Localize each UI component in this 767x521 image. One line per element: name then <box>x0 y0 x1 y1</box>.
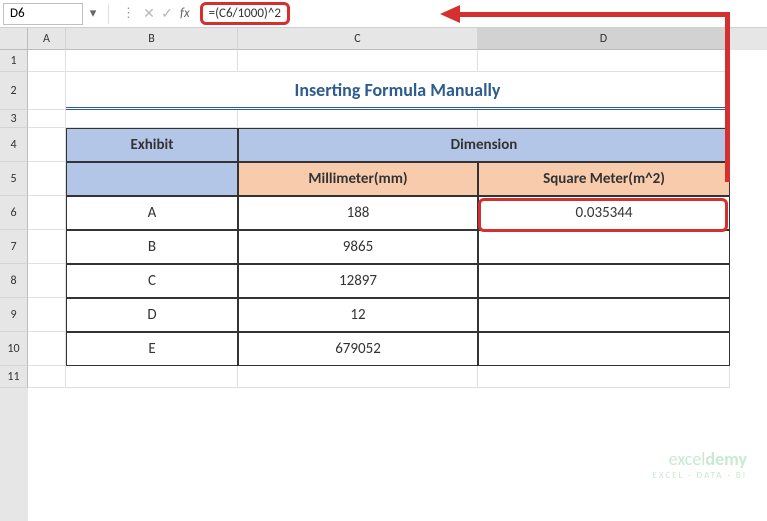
cell-b11[interactable] <box>66 366 238 388</box>
col-header-a[interactable]: A <box>28 28 66 50</box>
row-header-7[interactable]: 7 <box>0 230 28 264</box>
cell-b9[interactable]: D <box>66 298 238 332</box>
cell-c10[interactable]: 679052 <box>238 332 478 366</box>
watermark-tagline: EXCEL · DATA · BI <box>653 470 747 481</box>
confirm-icon[interactable]: ✓ <box>158 5 176 22</box>
title-cell[interactable]: Inserting Formula Manually <box>66 72 730 110</box>
row-header-4[interactable]: 4 <box>0 128 28 162</box>
cell-d1[interactable] <box>478 50 730 72</box>
cell-d11[interactable] <box>478 366 730 388</box>
row-header-3[interactable]: 3 <box>0 110 28 128</box>
row-8: C 12897 <box>28 264 767 298</box>
row-header-5[interactable]: 5 <box>0 162 28 196</box>
cell-b6[interactable]: A <box>66 196 238 230</box>
cell-b7[interactable]: B <box>66 230 238 264</box>
col-header-c[interactable]: C <box>238 28 478 50</box>
cell-a4[interactable] <box>28 128 66 162</box>
name-box[interactable]: D6 <box>3 3 83 25</box>
grid-area: 1 2 3 4 5 6 7 8 9 10 11 A B C D <box>0 28 767 521</box>
header-mm[interactable]: Millimeter(mm) <box>238 162 478 196</box>
cell-b1[interactable] <box>66 50 238 72</box>
row-2: Inserting Formula Manually <box>28 72 767 110</box>
row-3 <box>28 110 767 128</box>
row-headers: 1 2 3 4 5 6 7 8 9 10 11 <box>0 28 28 521</box>
column-headers: A B C D <box>28 28 767 50</box>
fx-icon[interactable]: fx <box>176 6 198 21</box>
cell-a8[interactable] <box>28 264 66 298</box>
cell-c8[interactable]: 12897 <box>238 264 478 298</box>
row-6: A 188 0.035344 <box>28 196 767 230</box>
annotation-arrow-line <box>460 12 730 17</box>
cell-b10[interactable]: E <box>66 332 238 366</box>
row-9: D 12 <box>28 298 767 332</box>
col-header-d[interactable]: D <box>478 28 730 50</box>
header-blank[interactable] <box>66 162 238 196</box>
formula-text: =(C6/1000)^2 <box>200 2 290 25</box>
cell-a1[interactable] <box>28 50 66 72</box>
row-11 <box>28 366 767 388</box>
row-header-2[interactable]: 2 <box>0 72 28 110</box>
watermark-brand: exceldemy <box>653 448 747 470</box>
expand-icon[interactable]: ⋮ <box>117 6 140 21</box>
row-7: B 9865 <box>28 230 767 264</box>
cell-c3[interactable] <box>238 110 478 128</box>
cell-d8[interactable] <box>478 264 730 298</box>
cell-b8[interactable]: C <box>66 264 238 298</box>
row-header-11[interactable]: 11 <box>0 366 28 388</box>
cell-b3[interactable] <box>66 110 238 128</box>
header-exhibit[interactable]: Exhibit <box>66 128 238 162</box>
cell-c9[interactable]: 12 <box>238 298 478 332</box>
cell-d10[interactable] <box>478 332 730 366</box>
cell-a7[interactable] <box>28 230 66 264</box>
cell-a3[interactable] <box>28 110 66 128</box>
cell-a5[interactable] <box>28 162 66 196</box>
separator <box>108 4 109 24</box>
cell-d3[interactable] <box>478 110 730 128</box>
row-header-9[interactable]: 9 <box>0 298 28 332</box>
row-header-6[interactable]: 6 <box>0 196 28 230</box>
cell-d7[interactable] <box>478 230 730 264</box>
cell-a9[interactable] <box>28 298 66 332</box>
cell-a11[interactable] <box>28 366 66 388</box>
annotation-arrow-line-v <box>725 12 730 182</box>
row-5: Millimeter(mm) Square Meter(m^2) <box>28 162 767 196</box>
watermark-brand2: demy <box>705 448 747 470</box>
cell-c1[interactable] <box>238 50 478 72</box>
name-box-value: D6 <box>10 6 25 21</box>
cell-c6[interactable]: 188 <box>238 196 478 230</box>
cancel-icon[interactable]: ✕ <box>140 5 158 22</box>
cell-c11[interactable] <box>238 366 478 388</box>
header-m2[interactable]: Square Meter(m^2) <box>478 162 730 196</box>
select-all-corner[interactable] <box>0 28 28 50</box>
cell-d9[interactable] <box>478 298 730 332</box>
cell-a2[interactable] <box>28 72 66 110</box>
cell-a6[interactable] <box>28 196 66 230</box>
cell-c7[interactable]: 9865 <box>238 230 478 264</box>
row-header-10[interactable]: 10 <box>0 332 28 366</box>
sheet: A B C D Inserting Formula Manually <box>28 28 767 521</box>
row-4: Exhibit Dimension <box>28 128 767 162</box>
cells: Inserting Formula Manually Exhibit Dimen… <box>28 50 767 388</box>
col-header-b[interactable]: B <box>66 28 238 50</box>
row-header-8[interactable]: 8 <box>0 264 28 298</box>
name-box-dropdown-icon[interactable]: ▾ <box>86 6 100 21</box>
cell-a10[interactable] <box>28 332 66 366</box>
row-1 <box>28 50 767 72</box>
row-header-1[interactable]: 1 <box>0 50 28 72</box>
annotation-arrow-head <box>440 5 460 23</box>
watermark: exceldemy EXCEL · DATA · BI <box>653 448 747 481</box>
row-10: E 679052 <box>28 332 767 366</box>
cell-d6[interactable]: 0.035344 <box>478 196 730 230</box>
watermark-brand1: excel <box>669 448 706 470</box>
header-dimension[interactable]: Dimension <box>238 128 730 162</box>
